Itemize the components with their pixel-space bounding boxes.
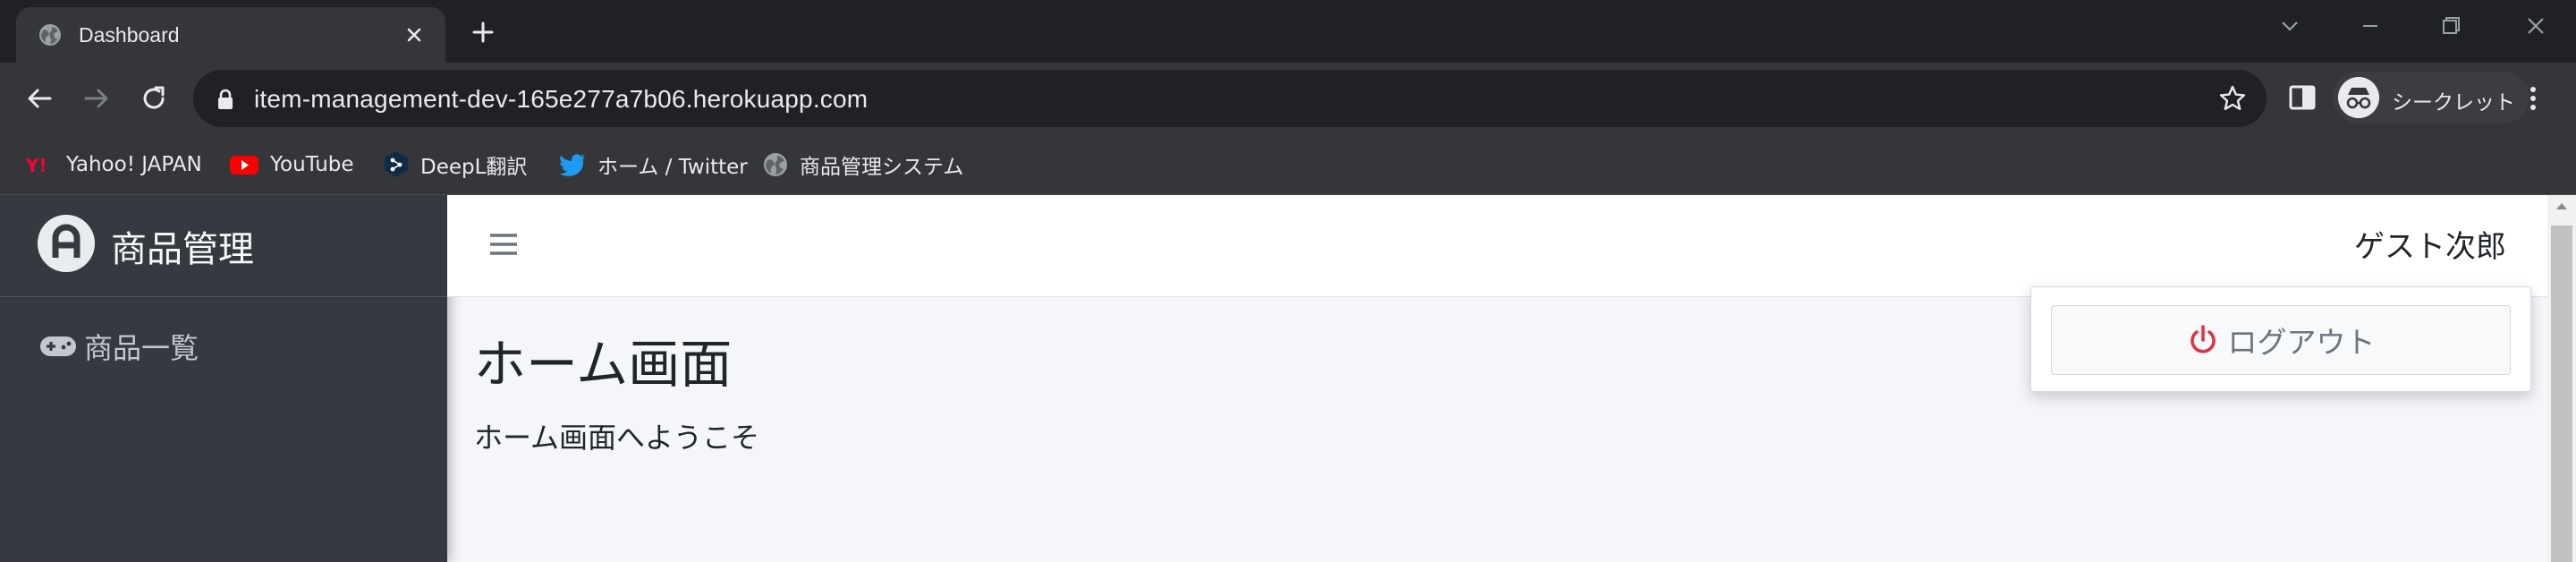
globe-icon: [39, 24, 61, 46]
user-menu-toggle[interactable]: ゲスト次郎: [2354, 222, 2506, 266]
user-dropdown-menu: ログアウト: [2030, 286, 2531, 392]
side-panel-icon[interactable]: [2285, 81, 2319, 115]
power-icon: [2190, 325, 2216, 353]
browser-toolbar: item-management-dev-165e277a7b06.herokua…: [0, 63, 2576, 134]
bookmark-item-management[interactable]: 商品管理システム: [762, 147, 963, 183]
gamepad-icon: [40, 336, 76, 356]
minimize-icon[interactable]: [2352, 11, 2388, 41]
bookmark-deepl[interactable]: DeepL翻訳: [383, 147, 527, 183]
bookmark-label: 商品管理システム: [800, 156, 964, 179]
logout-button[interactable]: ログアウト: [2051, 305, 2511, 375]
sidebar-item-product-list[interactable]: 商品一覧: [39, 326, 199, 367]
sidebar: 商品管理 商品一覧: [0, 195, 447, 562]
url-text[interactable]: item-management-dev-165e277a7b06.herokua…: [254, 85, 868, 114]
brand-text: 商品管理: [111, 229, 254, 270]
reload-icon[interactable]: [136, 81, 172, 116]
bookmark-label: DeepL翻訳: [420, 156, 528, 179]
sidebar-item-label: 商品一覧: [84, 331, 199, 365]
incognito-label: シークレット: [2392, 91, 2515, 115]
welcome-message: ホーム画面へようこそ: [474, 421, 760, 455]
lock-icon[interactable]: [216, 89, 234, 110]
brand-link[interactable]: 商品管理: [0, 195, 447, 297]
bookmarks-bar: Y! Yahoo! JAPAN YouTube DeepL翻訳 ホーム / Tw…: [0, 134, 2576, 195]
svg-text:Y!: Y!: [25, 155, 47, 176]
incognito-button[interactable]: シークレット: [2333, 72, 2529, 123]
window-close-icon[interactable]: [2518, 11, 2554, 41]
brand-logo-icon: [38, 215, 95, 272]
close-icon[interactable]: [401, 21, 428, 48]
bookmark-label: YouTube: [270, 153, 354, 176]
scroll-up-arrow-icon[interactable]: [2555, 200, 2569, 211]
page-title: ホーム画面: [474, 334, 733, 395]
back-arrow-icon[interactable]: [21, 81, 57, 116]
bookmark-label: Yahoo! JAPAN: [66, 153, 202, 176]
bookmark-star-icon[interactable]: [2218, 84, 2247, 113]
globe-icon: [764, 153, 787, 176]
youtube-icon: [230, 156, 258, 175]
scrollbar-thumb[interactable]: [2551, 226, 2572, 562]
web-page: 商品管理 商品一覧 ゲスト次郎 ホーム画面 ホーム画面へようこそ ログアウト: [0, 195, 2576, 562]
page-scrollbar[interactable]: [2547, 195, 2576, 562]
address-bar[interactable]: item-management-dev-165e277a7b06.herokua…: [193, 70, 2267, 127]
top-navbar: ゲスト次郎: [447, 195, 2547, 297]
logout-label: ログアウト: [2227, 325, 2376, 360]
incognito-icon: [2338, 77, 2379, 118]
menu-kebab-icon[interactable]: [2524, 81, 2542, 116]
restore-icon[interactable]: [2433, 11, 2469, 41]
tab-strip: Dashboard: [0, 0, 2576, 63]
bookmark-label: ホーム / Twitter: [597, 156, 748, 179]
yahoo-icon: Y!: [25, 155, 47, 176]
tab-search-chevron-icon[interactable]: [2272, 11, 2308, 41]
bookmark-twitter[interactable]: ホーム / Twitter: [558, 147, 748, 183]
bookmark-yahoo[interactable]: Y! Yahoo! JAPAN: [25, 147, 202, 183]
hamburger-menu-icon[interactable]: [488, 229, 519, 260]
twitter-icon: [559, 154, 585, 176]
tab-dashboard[interactable]: Dashboard: [16, 7, 445, 63]
bookmark-youtube[interactable]: YouTube: [229, 147, 354, 183]
new-tab-button[interactable]: [465, 14, 501, 50]
deepl-icon: [385, 151, 408, 177]
tab-title: Dashboard: [79, 23, 180, 47]
forward-arrow-icon[interactable]: [79, 81, 114, 116]
